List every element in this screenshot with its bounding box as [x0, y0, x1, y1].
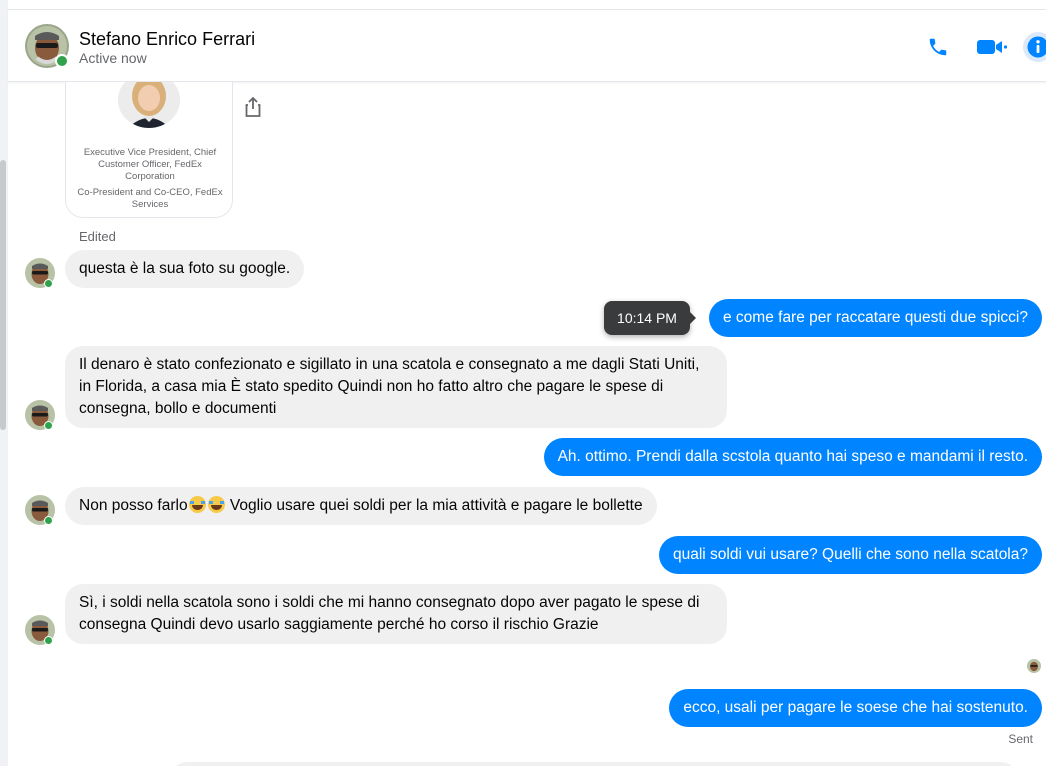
seen-avatar — [1027, 659, 1041, 673]
contact-status: Active now — [79, 50, 147, 66]
online-status-dot — [44, 421, 53, 430]
incoming-message[interactable]: Sì, i soldi nella scatola sono i soldi c… — [65, 584, 727, 644]
message-list[interactable]: Executive Vice President, Chief Customer… — [8, 82, 1046, 766]
online-status-dot — [44, 279, 53, 288]
online-status-dot — [44, 516, 53, 525]
online-status-dot — [44, 636, 53, 645]
left-scrollbar[interactable] — [0, 160, 6, 430]
contact-name[interactable]: Stefano Enrico Ferrari — [79, 29, 255, 50]
outgoing-message[interactable]: Ah. ottimo. Prendi dalla scstola quanto … — [543, 438, 1042, 476]
sent-status: Sent — [1008, 732, 1033, 746]
card-photo — [118, 82, 180, 128]
phone-icon[interactable] — [923, 32, 953, 62]
incoming-message[interactable]: Il denaro è stato confezionato e sigilla… — [65, 346, 727, 428]
tears-of-joy-emoji — [207, 496, 225, 513]
timestamp-text: 10:14 PM — [617, 310, 677, 326]
incoming-message[interactable]: questa è la sua foto su google. — [65, 250, 305, 288]
incoming-message[interactable]: Non posso farlo Voglio usare quei soldi … — [65, 487, 657, 525]
message-text: Voglio usare quei soldi per la mia attiv… — [225, 497, 643, 514]
chat-header: Stefano Enrico Ferrari Active now — [8, 10, 1046, 82]
outgoing-message[interactable]: quali soldi vui usare? Quelli che sono n… — [659, 536, 1042, 574]
profile-card-attachment[interactable]: Executive Vice President, Chief Customer… — [65, 82, 233, 218]
tears-of-joy-emoji — [188, 496, 206, 513]
info-icon[interactable] — [1021, 30, 1046, 64]
partial-incoming-message — [168, 762, 1020, 766]
share-icon[interactable] — [243, 96, 263, 118]
outgoing-message[interactable]: e come fare per raccatare questi due spi… — [709, 299, 1042, 337]
timestamp-tooltip: 10:14 PM — [604, 301, 696, 335]
online-status-dot — [55, 54, 69, 68]
video-icon[interactable] — [975, 32, 1009, 62]
edited-label: Edited — [79, 229, 116, 244]
card-title-line: Executive Vice President, Chief Customer… — [83, 147, 217, 182]
tooltip-arrow — [690, 312, 696, 324]
message-text: Non posso farlo — [79, 497, 188, 514]
outgoing-message[interactable]: ecco, usali per pagare le soese che hai … — [669, 689, 1042, 727]
card-subtitle-line: Co-President and Co-CEO, FedEx Services — [77, 187, 223, 210]
